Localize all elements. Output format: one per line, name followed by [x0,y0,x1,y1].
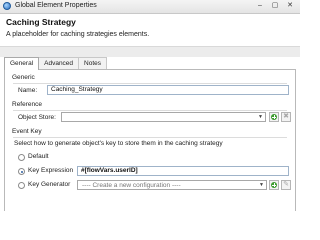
object-store-select[interactable]: ▼ [61,112,266,122]
section-label-reference: Reference [12,101,42,108]
key-expression-input[interactable] [77,166,289,176]
tab-notes[interactable]: Notes [78,57,108,69]
radio-button[interactable] [18,154,25,161]
delete-icon: ✖ [283,113,289,120]
edit-icon: ✎ [283,181,289,188]
section-divider [13,137,287,138]
section-label-event-key: Event Key [12,128,42,135]
window-controls: – ▢ ✕ [254,1,296,11]
object-store-label: Object Store: [18,114,56,121]
plus-icon [271,114,277,120]
edit-key-generator-button[interactable]: ✎ [281,180,291,190]
radio-label: Default [28,153,49,160]
add-object-store-button[interactable] [269,112,279,122]
name-label: Name: [18,87,38,94]
name-input[interactable] [47,85,289,95]
section-divider [13,110,287,111]
section-label-generic: Generic [12,74,35,81]
chevron-down-icon: ▼ [259,182,264,188]
dialog-description: A placeholder for caching strategies ele… [6,31,150,38]
header-separator-band [0,47,300,57]
dialog-header: Caching Strategy A placeholder for cachi… [0,14,300,47]
event-key-instruction: Select how to generate object's key to s… [14,140,223,147]
radio-label: Key Expression [28,167,74,174]
maximize-icon[interactable]: ▢ [269,1,281,10]
section-divider [13,83,287,84]
radio-button[interactable] [18,182,25,189]
window-titlebar: Global Element Properties – ▢ ✕ [0,0,300,14]
window-title: Global Element Properties [15,2,97,9]
radio-button-selected[interactable] [18,168,25,175]
tab-content-general: Generic Name: Reference Object Store: ▼ … [4,69,296,211]
app-icon [3,2,11,10]
key-generator-placeholder: ---- Create a new configuration ---- [82,182,181,189]
tab-bar: General Advanced Notes [4,57,108,70]
dialog-title: Caching Strategy [6,17,76,27]
plus-icon [271,182,277,188]
chevron-down-icon: ▼ [258,114,263,120]
tab-general[interactable]: General [4,57,40,70]
key-generator-select[interactable]: ---- Create a new configuration ---- ▼ [77,180,267,190]
close-icon[interactable]: ✕ [284,1,296,10]
add-key-generator-button[interactable] [269,180,279,190]
minimize-icon[interactable]: – [254,1,266,10]
radio-label: Key Generator [28,181,71,188]
tab-advanced[interactable]: Advanced [38,57,80,69]
remove-object-store-button[interactable]: ✖ [281,112,291,122]
